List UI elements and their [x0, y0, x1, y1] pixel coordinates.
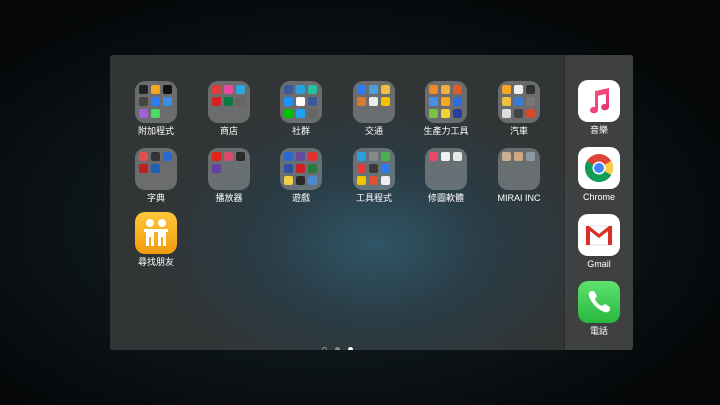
dock-label: Gmail	[587, 259, 611, 269]
search-page-dot[interactable]	[321, 347, 327, 350]
folder-label: 工具程式	[355, 193, 392, 203]
folder-social[interactable]: 社群	[266, 81, 336, 137]
transport-folder-icon	[353, 81, 395, 123]
car-folder-icon	[498, 81, 540, 123]
folder-label: 商店	[219, 126, 238, 136]
page-dot-2[interactable]	[348, 347, 354, 350]
utilities-folder-icon	[353, 148, 395, 190]
dock-app-music[interactable]: 音樂	[565, 80, 633, 136]
app-find-friends[interactable]: 尋找朋友	[121, 212, 191, 268]
social-folder-icon	[280, 81, 322, 123]
folder-games[interactable]: 遊戲	[266, 148, 336, 204]
store-folder-icon	[208, 81, 250, 123]
dock-label: 音樂	[589, 125, 608, 135]
mirai-folder-icon	[498, 148, 540, 190]
page-indicator[interactable]	[110, 341, 565, 350]
dock-app-chrome[interactable]: Chrome	[565, 147, 633, 203]
folder-player[interactable]: 播放器	[194, 148, 264, 204]
dock-label: Chrome	[582, 192, 615, 202]
dock-app-phone[interactable]: 電話	[565, 281, 633, 337]
folder-label: MIRAI INC	[497, 193, 541, 203]
folder-label: 修圖軟體	[427, 193, 464, 203]
folder-mirai[interactable]: MIRAI INC	[484, 148, 554, 204]
gmail-icon	[578, 214, 620, 256]
player-folder-icon	[208, 148, 250, 190]
dock: 音樂 Chrome Gmail 電話	[564, 55, 633, 350]
games-folder-icon	[280, 148, 322, 190]
chrome-icon	[578, 147, 620, 189]
folder-car[interactable]: 汽車	[484, 81, 554, 137]
page-dot-1[interactable]	[335, 347, 340, 350]
folder-extras[interactable]: 附加程式	[121, 81, 191, 137]
music-icon	[578, 80, 620, 122]
folder-label: 生產力工具	[423, 126, 469, 136]
folder-store[interactable]: 商店	[194, 81, 264, 137]
folder-photo-edit[interactable]: 修圖軟體	[411, 148, 481, 204]
productivity-folder-icon	[425, 81, 467, 123]
carplay-screen: 附加程式 商店 社群 交通 生產力工具 汽車 字典 播放器 遊戲 工具程式 修圖…	[110, 55, 633, 350]
app-label: 尋找朋友	[137, 257, 174, 267]
folder-transport[interactable]: 交通	[339, 81, 409, 137]
folder-label: 播放器	[215, 193, 243, 203]
folder-dictionary[interactable]: 字典	[121, 148, 191, 204]
folder-productivity[interactable]: 生產力工具	[411, 81, 481, 137]
dictionary-folder-icon	[135, 148, 177, 190]
folder-label: 汽車	[509, 126, 528, 136]
dock-app-gmail[interactable]: Gmail	[565, 214, 633, 270]
folder-label: 字典	[146, 193, 165, 203]
phone-icon	[578, 281, 620, 323]
find-friends-icon	[135, 212, 177, 254]
folder-label: 附加程式	[137, 126, 174, 136]
dock-label: 電話	[589, 326, 608, 336]
folder-label: 社群	[291, 126, 310, 136]
folder-utilities[interactable]: 工具程式	[339, 148, 409, 204]
photo-edit-folder-icon	[425, 148, 467, 190]
folder-label: 交通	[364, 126, 383, 136]
extras-folder-icon	[135, 81, 177, 123]
folder-label: 遊戲	[291, 193, 310, 203]
